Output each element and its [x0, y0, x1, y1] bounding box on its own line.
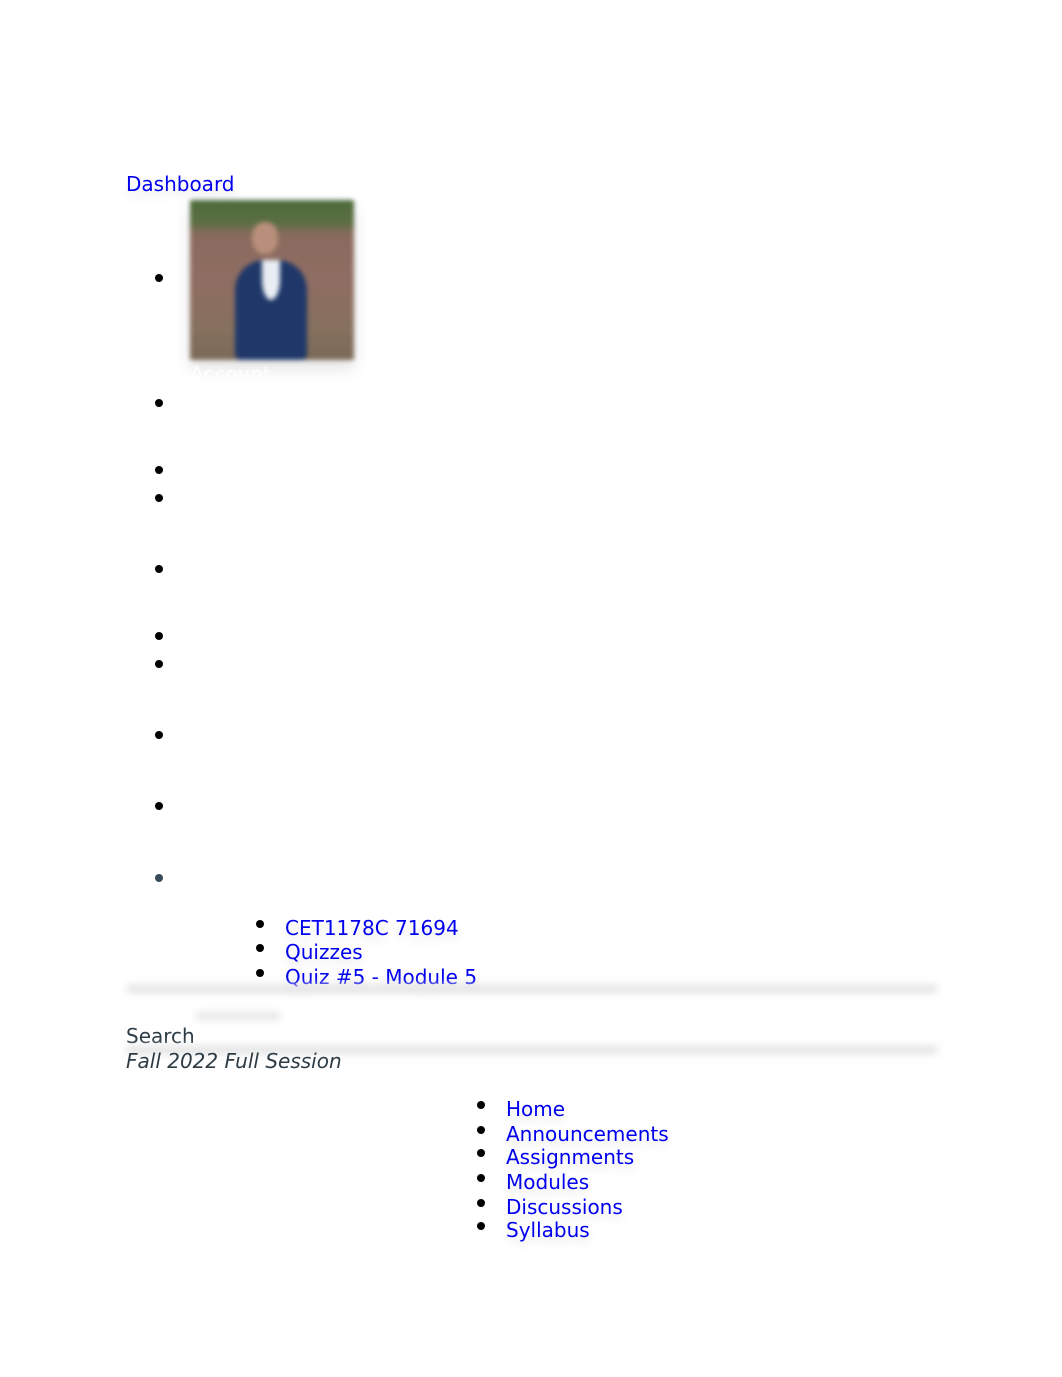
global-nav-item[interactable] [0, 725, 700, 745]
list-bullet [155, 466, 163, 474]
list-bullet [155, 274, 163, 282]
term-label: Fall 2022 Full Session [126, 1049, 342, 1073]
list-bullet [155, 632, 163, 640]
global-nav-item[interactable] [0, 868, 700, 888]
global-nav-item[interactable] [0, 488, 700, 508]
global-nav-item[interactable] [0, 654, 700, 674]
list-bullet [477, 1126, 485, 1134]
list-bullet [155, 494, 163, 502]
course-nav-item-modules: Modules [477, 1170, 589, 1194]
global-nav-item[interactable] [0, 796, 700, 816]
list-bullet [477, 1101, 485, 1109]
breadcrumb-course-link[interactable]: CET1178C 71694 [285, 916, 459, 940]
list-bullet [155, 399, 163, 407]
global-nav-item[interactable] [0, 460, 700, 480]
dashboard-link[interactable]: Dashboard [126, 171, 235, 197]
course-nav-item-home: Home [477, 1097, 565, 1121]
breadcrumb-item: CET1178C 71694 [256, 916, 459, 940]
list-bullet [256, 969, 264, 977]
list-bullet [477, 1199, 485, 1207]
global-nav-item[interactable] [0, 626, 700, 646]
course-nav-item-assignments: Assignments [477, 1145, 634, 1169]
list-bullet [155, 802, 163, 810]
course-nav-discussions-link[interactable]: Discussions [506, 1195, 623, 1219]
course-nav-assignments-link[interactable]: Assignments [506, 1145, 634, 1169]
list-bullet [256, 944, 264, 952]
course-nav-home-link[interactable]: Home [506, 1097, 565, 1121]
list-bullet [477, 1222, 485, 1230]
search-label[interactable]: Search [126, 1024, 195, 1048]
list-bullet [155, 874, 163, 882]
course-nav-item-announcements: Announcements [477, 1122, 669, 1146]
global-nav-item[interactable] [0, 559, 700, 579]
breadcrumb-quizzes-link[interactable]: Quizzes [285, 940, 363, 964]
divider [196, 1012, 280, 1020]
course-nav-item-discussions: Discussions [477, 1195, 623, 1219]
user-avatar[interactable] [190, 200, 354, 360]
list-bullet [477, 1174, 485, 1182]
account-label[interactable]: Account [190, 362, 271, 386]
course-nav-modules-link[interactable]: Modules [506, 1170, 589, 1194]
course-nav-item-syllabus: Syllabus [477, 1218, 590, 1242]
list-bullet [155, 731, 163, 739]
breadcrumb-item: Quizzes [256, 940, 363, 964]
global-nav-item[interactable] [0, 393, 700, 413]
course-nav-announcements-link[interactable]: Announcements [506, 1122, 669, 1146]
list-bullet [155, 565, 163, 573]
course-nav-syllabus-link[interactable]: Syllabus [506, 1218, 590, 1242]
list-bullet [155, 660, 163, 668]
list-bullet [477, 1149, 485, 1157]
list-bullet [256, 920, 264, 928]
divider [126, 985, 938, 993]
